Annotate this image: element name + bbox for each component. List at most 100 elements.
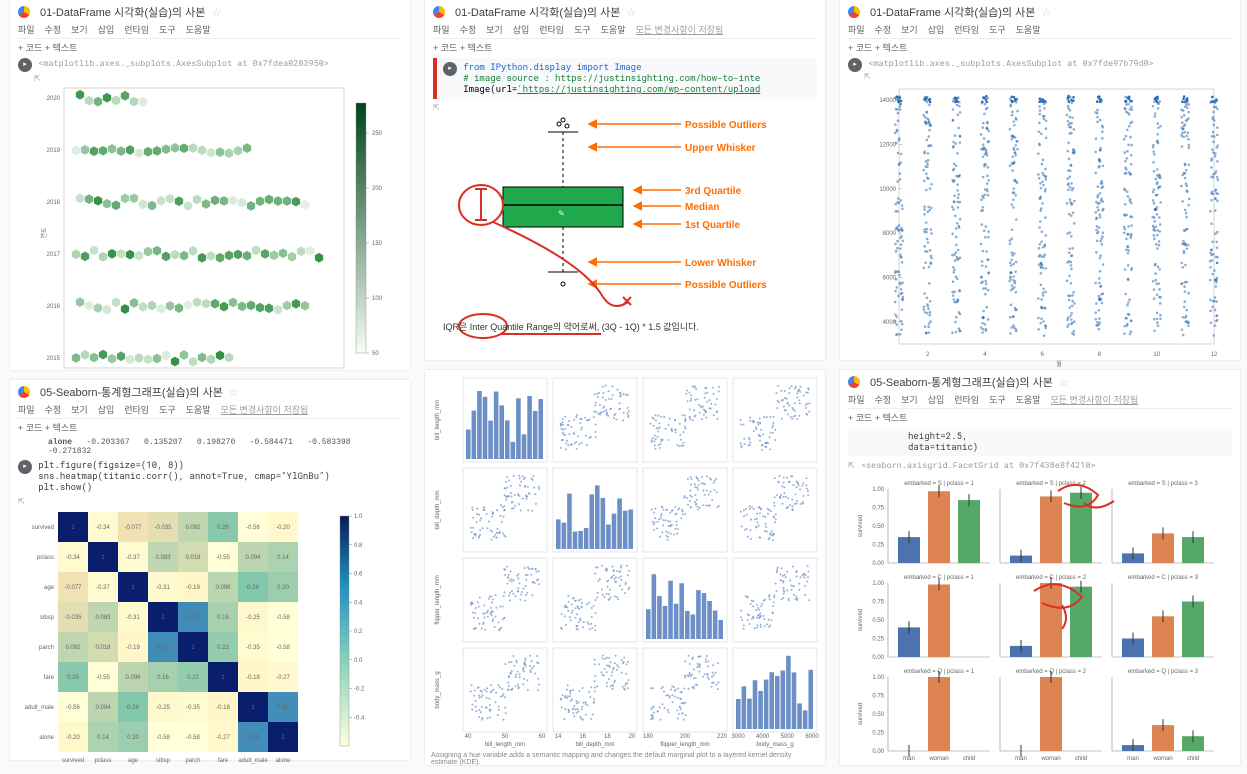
menu-file[interactable]: 파일 [18,403,35,416]
toolbar[interactable]: + 코드 + 텍스트 [18,423,77,433]
menu-tools[interactable]: 도구 [989,393,1006,406]
panel-boxplot: 01-DataFrame 시각화(실습)의 사본 ☆ 파일 수정 보기 삽입 런… [425,0,825,360]
menu-help[interactable]: 도움말 [1016,23,1041,36]
code-cell[interactable]: ▸ plt.figure(figsize=(10, 8)) sns.heatma… [18,460,402,493]
svg-text:survived: survived [32,525,54,531]
toolbar[interactable]: + 코드 + 텍스트 [18,43,77,53]
menu-tools[interactable]: 도구 [159,23,176,36]
svg-text:0.14: 0.14 [97,735,109,741]
menu-runtime[interactable]: 런타임 [124,403,149,416]
menu-file[interactable]: 파일 [18,23,35,36]
star-icon[interactable]: ☆ [1059,376,1069,389]
menu-edit[interactable]: 수정 [875,393,892,406]
output-indicator-icon[interactable]: ⇱ [848,461,855,470]
star-icon[interactable]: ☆ [211,6,221,19]
svg-text:age: age [128,758,139,764]
run-icon[interactable]: ▸ [18,58,32,72]
menu-runtime[interactable]: 런타임 [539,23,564,36]
svg-text:embarked = C | pclass = 3: embarked = C | pclass = 3 [1128,575,1199,581]
menu-insert[interactable]: 삽입 [98,403,115,416]
svg-text:0.00: 0.00 [872,749,884,755]
output-indicator-icon[interactable]: ⇱ [34,74,41,83]
svg-text:-0.56: -0.56 [66,705,80,711]
menu-runtime[interactable]: 런타임 [954,393,979,406]
svg-text:6000: 6000 [805,734,819,740]
menu-insert[interactable]: 삽입 [928,393,945,406]
menu-edit[interactable]: 수정 [45,403,62,416]
svg-text:150: 150 [372,241,383,247]
svg-text:embarked = Q | pclass = 3: embarked = Q | pclass = 3 [1128,669,1199,675]
star-icon[interactable]: ☆ [626,6,636,19]
toolbar[interactable]: + 코드 + 텍스트 [848,413,907,423]
svg-text:-0.34: -0.34 [96,525,110,531]
menu-help[interactable]: 도움말 [1016,393,1041,406]
menu-edit[interactable]: 수정 [460,23,477,36]
svg-text:10: 10 [1153,352,1160,358]
code-cell[interactable]: ▸ from IPython.display import Image # im… [433,58,817,99]
menu-view[interactable]: 보기 [901,393,918,406]
output-indicator-icon[interactable]: ⇱ [18,497,25,506]
svg-text:3rd Quartile: 3rd Quartile [685,186,742,197]
menu-insert[interactable]: 삽입 [928,23,945,36]
output-cell: ▸ <matplotlib.axes._subplots.AxesSubplot… [18,58,402,383]
menu-edit[interactable]: 수정 [45,23,62,36]
svg-text:0.16: 0.16 [217,615,229,621]
svg-text:16: 16 [579,734,586,740]
menu-file[interactable]: 파일 [848,23,865,36]
svg-text:man: man [1127,756,1139,762]
svg-text:2020: 2020 [47,96,61,102]
svg-text:-0.18: -0.18 [246,675,260,681]
svg-text:pclass: pclass [37,555,54,561]
run-icon[interactable]: ▸ [848,58,862,72]
svg-text:man: man [1015,756,1027,762]
svg-text:-0.58: -0.58 [156,735,170,741]
doc-title[interactable]: 05-Seaborn-통계형그래프(실습)의 사본 [40,384,223,400]
svg-text:-0.58: -0.58 [276,615,290,621]
doc-title[interactable]: 01-DataFrame 시각화(실습)의 사본 [870,4,1035,20]
doc-title[interactable]: 01-DataFrame 시각화(실습)의 사본 [455,4,620,20]
menu-view[interactable]: 보기 [486,23,503,36]
star-icon[interactable]: ☆ [1041,6,1051,19]
menu-view[interactable]: 보기 [71,403,88,416]
run-icon[interactable]: ▸ [18,460,32,474]
svg-text:180: 180 [643,734,654,740]
menu-file[interactable]: 파일 [848,393,865,406]
colab-logo-icon [433,6,445,18]
svg-text:0.20: 0.20 [127,735,139,741]
svg-text:0.096: 0.096 [125,675,141,681]
svg-text:sibsp: sibsp [40,615,55,621]
svg-text:5000: 5000 [781,734,795,740]
svg-text:0.75: 0.75 [872,600,884,606]
menu-help[interactable]: 도움말 [186,403,211,416]
star-icon[interactable]: ☆ [229,386,239,399]
svg-text:alone: alone [39,735,54,741]
code-cell[interactable]: height=2.5, data=titanic) [848,428,1232,456]
menu-file[interactable]: 파일 [433,23,450,36]
menu-insert[interactable]: 삽입 [513,23,530,36]
menu-tools[interactable]: 도구 [574,23,591,36]
menu-insert[interactable]: 삽입 [98,23,115,36]
run-icon[interactable]: ▸ [443,62,457,76]
menu-runtime[interactable]: 런타임 [954,23,979,36]
menu-tools[interactable]: 도구 [159,403,176,416]
hexbin-chart: 201520162017201820192020 연도 501001502002… [34,83,384,383]
doc-title[interactable]: 01-DataFrame 시각화(실습)의 사본 [40,4,205,20]
code[interactable]: plt.figure(figsize=(10, 8)) sns.heatmap(… [38,460,330,493]
toolbar[interactable]: + 코드 + 텍스트 [848,43,907,53]
menu-help[interactable]: 도움말 [601,23,626,36]
svg-text:1.00: 1.00 [872,675,884,681]
doc-title[interactable]: 05-Seaborn-통계형그래프(실습)의 사본 [870,374,1053,390]
menu-view[interactable]: 보기 [901,23,918,36]
svg-text:14000: 14000 [879,98,896,104]
menu-runtime[interactable]: 런타임 [124,23,149,36]
menu-help[interactable]: 도움말 [186,23,211,36]
menu-edit[interactable]: 수정 [875,23,892,36]
output-indicator-icon[interactable]: ⇱ [433,103,440,112]
menu-tools[interactable]: 도구 [989,23,1006,36]
svg-text:-0.27: -0.27 [216,735,230,741]
svg-text:12: 12 [1211,352,1218,358]
save-status: 모든 변경사항이 저장됨 [1051,393,1139,406]
output-indicator-icon[interactable]: ⇱ [864,72,871,81]
toolbar[interactable]: + 코드 + 텍스트 [433,43,492,53]
menu-view[interactable]: 보기 [71,23,88,36]
